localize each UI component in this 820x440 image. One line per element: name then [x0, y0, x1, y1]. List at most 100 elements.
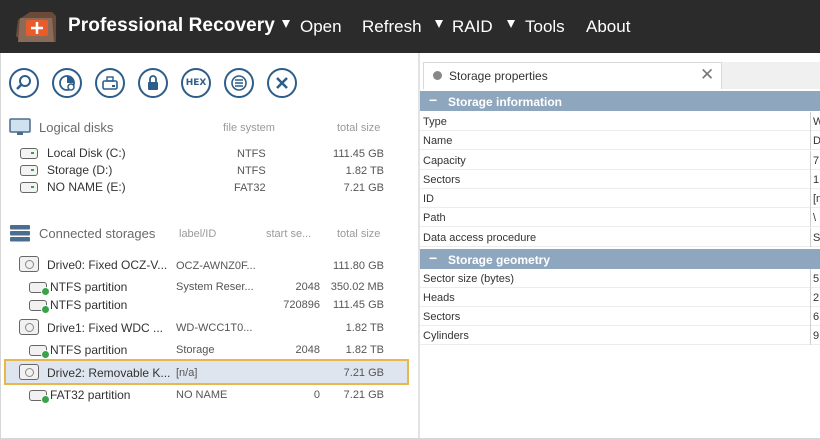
scan-disk-icon [59, 75, 75, 91]
property-key: Cylinders [423, 330, 469, 342]
storage-label: WD-WCC1T0... [176, 322, 253, 334]
column-separator [810, 131, 811, 150]
logical-disk-name: Local Disk (C:) [47, 146, 126, 160]
property-key: Capacity [423, 155, 466, 167]
property-value: D [813, 135, 820, 147]
menu-raid[interactable]: RAID [452, 17, 493, 37]
storage-name: Drive1: Fixed WDC ... [47, 321, 164, 335]
storage-name: Drive2: Removable K... [47, 366, 171, 380]
storage-size: 111.80 GB [333, 260, 384, 272]
monitor-icon [9, 118, 31, 135]
property-row[interactable] [420, 189, 820, 208]
column-separator [810, 151, 811, 170]
property-key: Path [423, 212, 446, 224]
lock-icon [148, 75, 158, 90]
column-separator [810, 189, 811, 208]
property-value: 9 [813, 330, 820, 342]
column-separator [810, 208, 811, 227]
app-title: Professional Recovery [68, 15, 275, 36]
list-icon [231, 75, 247, 91]
property-row[interactable] [420, 326, 820, 345]
property-key: Heads [423, 292, 455, 304]
column-separator [810, 228, 811, 247]
storage-label: Storage [176, 344, 215, 356]
storage-name: NTFS partition [50, 298, 128, 312]
drive-icon [19, 364, 39, 380]
property-key: Sectors [423, 174, 461, 186]
list-button[interactable] [224, 68, 254, 98]
tools-menu-arrow-icon[interactable] [507, 20, 515, 28]
storage-size: 1.82 TB [345, 344, 384, 356]
close-icon [276, 77, 288, 89]
storage-name: FAT32 partition [50, 388, 131, 402]
property-value: 7 [813, 155, 820, 167]
search-button[interactable] [9, 68, 39, 98]
collapse-icon[interactable]: − [429, 250, 437, 266]
storage-size: 350.02 MB [330, 281, 384, 293]
hex-viewer-button[interactable]: HEX [181, 68, 211, 98]
close-storage-button[interactable] [267, 68, 297, 98]
storage-col-start: start se... [266, 228, 312, 240]
logical-disk-fs: FAT32 [234, 182, 266, 194]
tab-label: Storage properties [449, 69, 548, 83]
logical-disk-name: NO NAME (E:) [47, 180, 126, 194]
column-separator [810, 170, 811, 189]
open-menu-arrow-icon[interactable] [282, 20, 290, 28]
menu-about[interactable]: About [586, 17, 630, 37]
menu-tools[interactable]: Tools [525, 17, 565, 37]
logical-disk-fs: NTFS [237, 165, 266, 177]
storage-size: 111.45 GB [333, 299, 384, 311]
storage-size: 7.21 GB [343, 389, 384, 401]
property-row[interactable] [420, 151, 820, 170]
property-key: ID [423, 193, 434, 205]
storage-label: System Reser... [176, 281, 254, 293]
logical-disk-size: 111.45 GB [333, 148, 384, 160]
property-value: 6 [813, 311, 820, 323]
logical-disk-size: 1.82 TB [345, 165, 384, 177]
property-row[interactable] [420, 288, 820, 307]
storage-start-sector: 0 [313, 389, 320, 401]
storage-label: [n/a] [176, 367, 198, 379]
scan-button[interactable] [52, 68, 82, 98]
property-row[interactable] [420, 170, 820, 189]
storage-name: Drive0: Fixed OCZ-V... [47, 258, 168, 272]
storage-name: NTFS partition [50, 280, 128, 294]
tab-status-dot-icon [433, 71, 442, 80]
connected-storages-header: Connected storages [39, 226, 156, 241]
raid-menu-arrow-icon[interactable] [435, 20, 443, 28]
storage-size: 7.21 GB [343, 367, 384, 379]
tab-strip [722, 62, 820, 89]
storage-col-label: label/ID [179, 228, 217, 240]
logical-disk-name: Storage (D:) [47, 163, 113, 177]
property-row[interactable] [420, 208, 820, 227]
tab-close-icon[interactable]: ✕ [700, 66, 714, 83]
property-key: Data access procedure [423, 232, 537, 244]
property-row[interactable] [420, 131, 820, 150]
storage-size: 1.82 TB [345, 322, 384, 334]
property-key: Name [423, 135, 453, 147]
property-row[interactable] [420, 307, 820, 326]
image-disk-button[interactable] [95, 68, 125, 98]
magnifier-icon [16, 75, 31, 90]
partition-icon [29, 345, 50, 359]
storage-start-sector: 2048 [295, 344, 320, 356]
logical-disks-header: Logical disks [39, 120, 114, 135]
property-row[interactable] [420, 112, 820, 131]
collapse-icon[interactable]: − [429, 92, 437, 108]
group-title: Storage geometry [448, 253, 551, 267]
property-key: Sector size (bytes) [423, 273, 515, 285]
property-value: 1 [813, 174, 820, 186]
column-separator [810, 112, 811, 131]
lock-button[interactable] [138, 68, 168, 98]
logical-col-filesystem: file system [223, 122, 275, 134]
column-separator [810, 269, 811, 288]
camera-disk-icon [102, 76, 118, 90]
storage-start-sector: 720896 [283, 299, 320, 311]
menu-open[interactable]: Open [300, 17, 342, 37]
property-value: 5 [813, 273, 820, 285]
property-value: W [813, 116, 820, 128]
property-value: \ [813, 212, 817, 224]
drive-icon [19, 256, 39, 272]
hard-disk-icon [20, 182, 38, 193]
menu-refresh[interactable]: Refresh [362, 17, 422, 37]
